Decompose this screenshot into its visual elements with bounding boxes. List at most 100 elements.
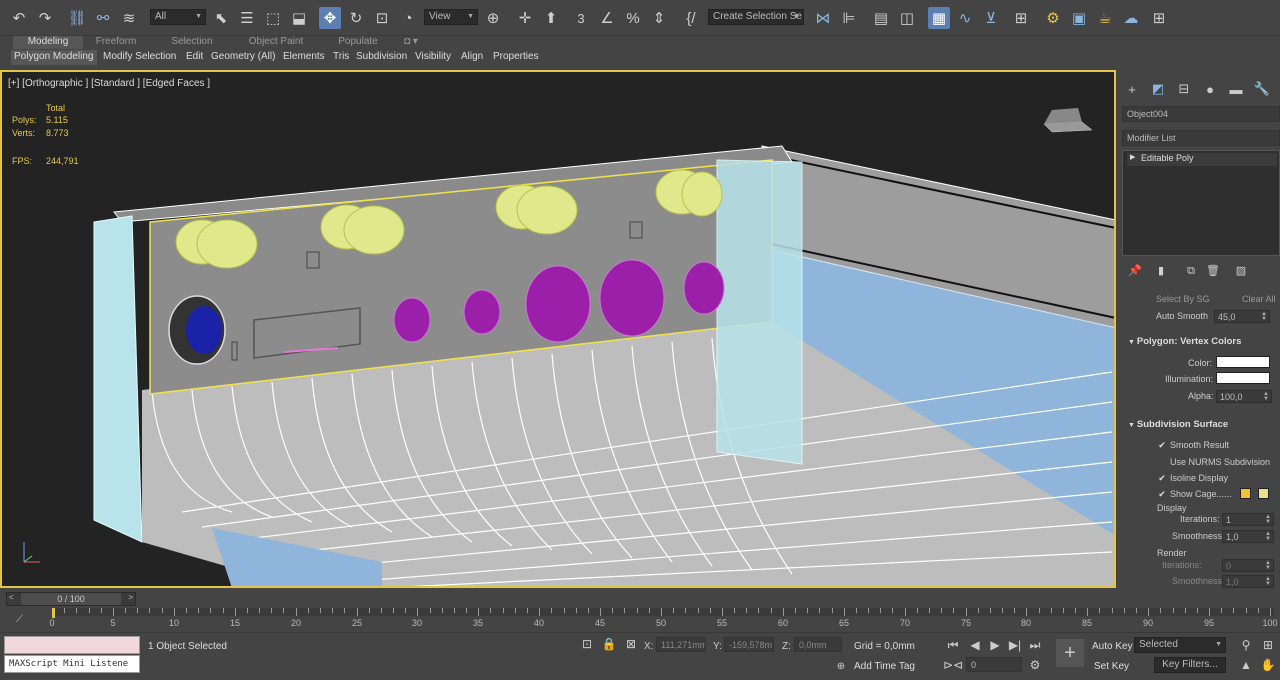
- cage-color-2-swatch[interactable]: [1258, 488, 1269, 499]
- selection-filter-dropdown[interactable]: All ▼: [150, 9, 206, 25]
- set-keys-icon[interactable]: +: [1056, 639, 1084, 667]
- unlink-icon[interactable]: ⚯: [92, 7, 114, 29]
- motion-tab-icon[interactable]: ●: [1200, 80, 1220, 98]
- show-cage-checkbox[interactable]: ✔ Show Cage......: [1158, 489, 1231, 500]
- go-to-end-icon[interactable]: ⏭: [1026, 637, 1044, 653]
- viewport-label[interactable]: [+] [Orthographic ] [Standard ] [Edged F…: [8, 78, 210, 89]
- subdivision-surface-rollout[interactable]: ▼ Subdivision Surface: [1128, 419, 1228, 430]
- time-slider-track[interactable]: 0 / 100 < >: [6, 592, 136, 606]
- illumination-swatch[interactable]: [1216, 372, 1270, 384]
- snaps-3d-icon[interactable]: 3: [570, 7, 592, 29]
- ribbon-icon[interactable]: ▦: [928, 7, 950, 29]
- render-cloud-icon[interactable]: ☁: [1120, 7, 1142, 29]
- play-icon[interactable]: ▶: [986, 637, 1004, 653]
- select-move-icon[interactable]: ✥: [319, 7, 341, 29]
- tab-object-paint[interactable]: Object Paint: [240, 36, 312, 49]
- previous-frame-icon[interactable]: ◀: [966, 637, 984, 653]
- modifier-stack[interactable]: ▶ Editable Poly: [1122, 150, 1280, 256]
- use-nurms-checkbox[interactable]: Use NURMS Subdivision: [1158, 457, 1270, 467]
- toggle-curve-icon[interactable]: ⟋: [16, 614, 23, 625]
- prev-frame-icon[interactable]: <: [9, 593, 14, 602]
- grid-icon[interactable]: ⊞: [1148, 7, 1170, 29]
- time-configuration-icon[interactable]: ⚙: [1026, 657, 1044, 673]
- select-rotate-icon[interactable]: ↻: [345, 7, 367, 29]
- undo-icon[interactable]: ↶: [8, 7, 30, 29]
- pivot-icon[interactable]: ⊕: [482, 7, 504, 29]
- ribbon-geometry-all[interactable]: Geometry (All): [208, 50, 278, 65]
- x-coordinate-field[interactable]: 111,271mm: [656, 637, 706, 652]
- maxscript-input[interactable]: [4, 636, 140, 654]
- select-by-name-icon[interactable]: ☰: [236, 7, 258, 29]
- select-place-icon[interactable]: ◔: [397, 7, 419, 29]
- mirror-icon[interactable]: ⋈: [812, 7, 834, 29]
- z-coordinate-field[interactable]: 0,0mm: [794, 637, 842, 652]
- tab-selection[interactable]: Selection: [164, 36, 220, 49]
- auto-smooth-spinner[interactable]: 45,0 ▲ ▼: [1214, 310, 1270, 323]
- key-mode-icon[interactable]: ⊳⊲: [943, 657, 963, 673]
- link-icon[interactable]: ⛓: [66, 7, 88, 29]
- field-of-view-icon[interactable]: ▲: [1238, 657, 1254, 673]
- make-unique-icon[interactable]: ⧉: [1180, 260, 1202, 282]
- object-name-field[interactable]: Object004: [1122, 106, 1280, 122]
- ribbon-align[interactable]: Align: [458, 50, 486, 65]
- smooth-result-checkbox[interactable]: ✔ Smooth Result: [1158, 440, 1229, 451]
- keyboard-shortcut-icon[interactable]: ⬆: [540, 7, 562, 29]
- named-selection-sets-dropdown[interactable]: Create Selection Se ▼: [708, 9, 804, 25]
- next-frame-icon[interactable]: ▶|: [1006, 637, 1024, 653]
- select-scale-icon[interactable]: ⊡: [371, 7, 393, 29]
- set-key-button[interactable]: Set Key: [1094, 661, 1129, 672]
- key-set-dropdown[interactable]: Selected ▼: [1134, 637, 1226, 653]
- render-smoothness-spinner[interactable]: 1,0 ▲ ▼: [1222, 575, 1274, 588]
- bind-space-warp-icon[interactable]: ≋: [118, 7, 140, 29]
- reference-coordinate-dropdown[interactable]: View ▼: [424, 9, 478, 25]
- absolute-mode-icon[interactable]: ⊠: [624, 637, 638, 651]
- isoline-display-checkbox[interactable]: ✔ Isoline Display: [1158, 473, 1228, 484]
- auto-key-button[interactable]: Auto Key: [1092, 641, 1133, 652]
- select-by-sg-button[interactable]: Select By SG: [1156, 294, 1210, 304]
- curve-editor-icon[interactable]: ∿: [954, 7, 976, 29]
- display-tab-icon[interactable]: ▬: [1226, 80, 1246, 98]
- render-setup-icon[interactable]: ⚙: [1042, 7, 1064, 29]
- select-manipulate-icon[interactable]: ✛: [514, 7, 536, 29]
- ribbon-polygon-modeling[interactable]: Polygon Modeling: [11, 50, 97, 65]
- redo-icon[interactable]: ↷: [34, 7, 56, 29]
- tab-populate[interactable]: Populate: [330, 36, 386, 49]
- ribbon-elements[interactable]: Elements: [280, 50, 328, 65]
- vertex-colors-rollout[interactable]: ▼ Polygon: Vertex Colors: [1128, 336, 1241, 347]
- add-time-tag-button[interactable]: Add Time Tag: [854, 661, 915, 672]
- hierarchy-tab-icon[interactable]: ⊟: [1174, 80, 1194, 98]
- create-tab-icon[interactable]: +: [1122, 80, 1142, 98]
- time-tag-icon[interactable]: ⊕: [834, 659, 848, 673]
- trackbar[interactable]: 0 5 10 15 20 25 30 35 40 45 50 55 60 65 70 75 80 85 90 95 10…: [49, 608, 1278, 630]
- key-filters-button[interactable]: Key Filters...: [1154, 657, 1226, 673]
- auto-smooth-button[interactable]: Auto Smooth: [1156, 311, 1208, 321]
- window-crossing-icon[interactable]: ⬓: [288, 7, 310, 29]
- ribbon-tris[interactable]: Tris: [330, 50, 352, 65]
- ribbon-options-icon[interactable]: ◘ ▾: [398, 36, 424, 49]
- y-coordinate-field[interactable]: -159,578m: [724, 637, 774, 652]
- stack-item-editable-poly[interactable]: ▶ Editable Poly: [1127, 153, 1277, 166]
- go-to-start-icon[interactable]: ⏮: [944, 637, 962, 653]
- rect-region-icon[interactable]: ⬚: [262, 7, 284, 29]
- spinner-snap-icon[interactable]: ⇕: [648, 7, 670, 29]
- scene-explorer-icon[interactable]: ▤: [870, 7, 892, 29]
- clear-all-button[interactable]: Clear All: [1242, 294, 1276, 304]
- tab-freeform[interactable]: Freeform: [88, 36, 144, 49]
- isolate-selection-icon[interactable]: ⊡: [580, 637, 594, 651]
- percent-snap-icon[interactable]: %: [622, 7, 644, 29]
- zoom-icon[interactable]: ⚲: [1238, 637, 1254, 653]
- viewport-orthographic[interactable]: [+] [Orthographic ] [Standard ] [Edged F…: [0, 70, 1116, 588]
- render-iterations-spinner[interactable]: 0 ▲ ▼: [1222, 559, 1274, 572]
- current-time-marker[interactable]: [52, 608, 55, 618]
- ribbon-properties[interactable]: Properties: [490, 50, 542, 65]
- show-end-result-icon[interactable]: ▮: [1150, 260, 1172, 282]
- pan-icon[interactable]: ✋: [1260, 657, 1276, 673]
- select-object-icon[interactable]: ⬉: [210, 7, 232, 29]
- angle-snap-icon[interactable]: ∠: [596, 7, 618, 29]
- display-iterations-spinner[interactable]: 1 ▲ ▼: [1222, 513, 1274, 526]
- modify-tab-icon[interactable]: ◩: [1148, 80, 1168, 98]
- remove-modifier-icon[interactable]: 🗑: [1202, 260, 1224, 282]
- ribbon-subdivision[interactable]: Subdivision: [353, 50, 410, 65]
- layer-explorer-icon[interactable]: ◫: [896, 7, 918, 29]
- display-smoothness-spinner[interactable]: 1,0 ▲ ▼: [1222, 530, 1274, 543]
